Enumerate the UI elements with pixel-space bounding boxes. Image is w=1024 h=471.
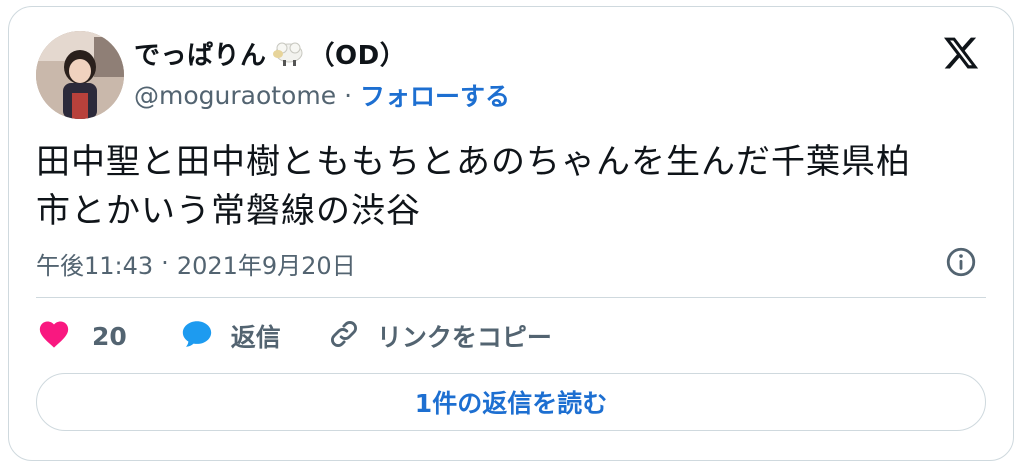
info-icon[interactable] — [944, 245, 978, 279]
divider — [36, 297, 986, 298]
tweet-text-line: 田中聖と田中樹とももちとあのちゃんを生んだ千葉県柏 — [36, 142, 911, 182]
link-icon — [327, 317, 361, 355]
tweet-text: 田中聖と田中樹とももちとあのちゃんを生んだ千葉県柏 市とかいう常磐線の渋谷 — [36, 138, 976, 236]
sheep-icon — [271, 39, 305, 67]
display-name[interactable]: でっぱりん — [134, 35, 267, 72]
tweet-date[interactable]: 2021年9月20日 — [177, 246, 356, 281]
display-name-suffix[interactable]: （OD） — [309, 35, 407, 72]
author-name-row[interactable]: でっぱりん （OD） — [134, 33, 406, 73]
tweet-time[interactable]: 午後11:43 — [36, 246, 153, 281]
copy-link-button[interactable]: リンクをコピー — [327, 317, 552, 355]
timestamp[interactable]: 午後11:43 · 2021年9月20日 — [36, 245, 356, 281]
reply-button[interactable]: 返信 — [179, 317, 281, 355]
separator: · — [344, 80, 353, 110]
heart-icon — [36, 317, 72, 355]
x-logo-icon[interactable] — [941, 34, 981, 72]
action-bar: 20 返信 リンクをコピー — [36, 316, 552, 356]
read-replies-button[interactable]: 1件の返信を読む — [36, 373, 986, 431]
like-button[interactable]: 20 — [36, 317, 127, 355]
handle[interactable]: @moguraotome — [134, 81, 336, 110]
avatar[interactable] — [36, 31, 124, 119]
reply-label: 返信 — [230, 323, 281, 352]
speech-bubble-icon — [179, 317, 215, 355]
follow-button[interactable]: フォローする — [360, 77, 510, 113]
tweet-text-line: 市とかいう常磐線の渋谷 — [36, 191, 421, 231]
copy-link-label: リンクをコピー — [376, 323, 552, 352]
separator: · — [161, 249, 169, 277]
like-count: 20 — [92, 321, 127, 351]
handle-row: @moguraotome · フォローする — [134, 77, 510, 113]
